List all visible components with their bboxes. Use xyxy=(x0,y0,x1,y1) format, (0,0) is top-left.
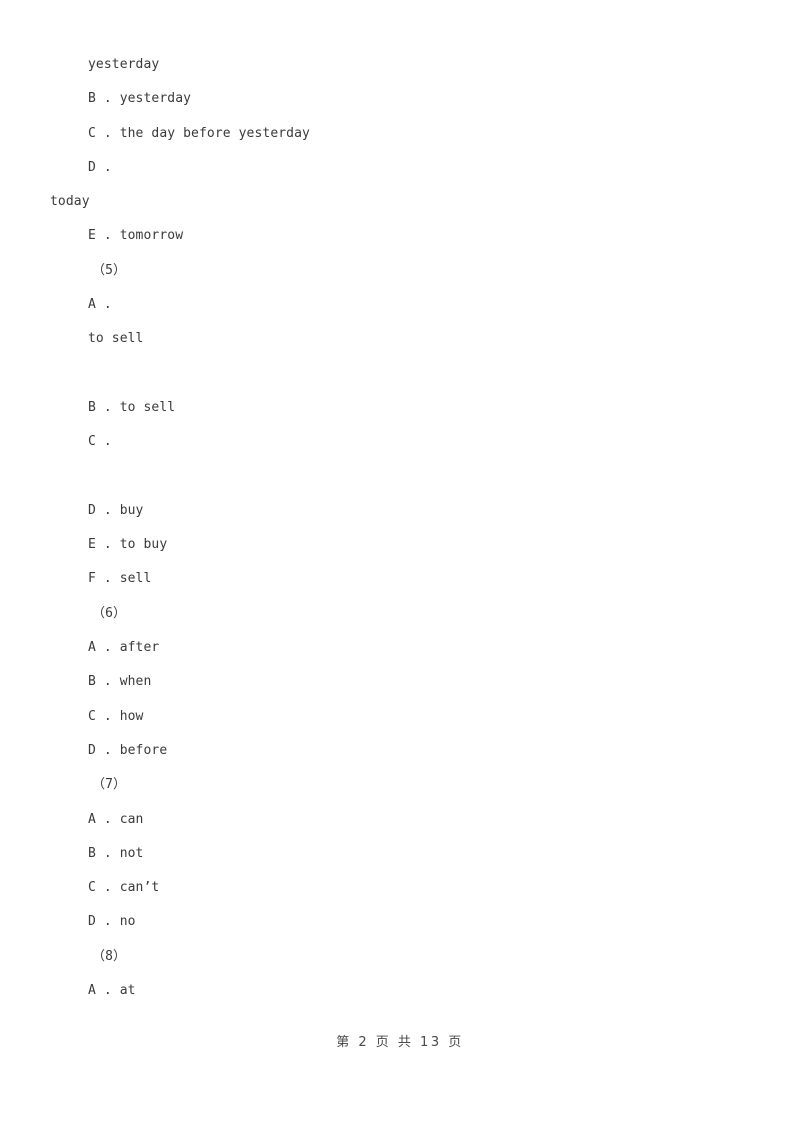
document-line: C . the day before yesterday xyxy=(88,125,310,141)
document-line: A . can xyxy=(88,811,144,827)
document-line: （8） xyxy=(92,948,127,964)
document-line: E . tomorrow xyxy=(88,228,184,244)
document-line: C . how xyxy=(88,708,144,724)
document-line: A . xyxy=(88,297,112,313)
document-line: B . to sell xyxy=(88,399,176,415)
document-line: E . to buy xyxy=(88,537,168,553)
document-blank-line xyxy=(0,357,800,391)
document-blank-line xyxy=(0,460,800,494)
document-line: yesterday xyxy=(88,57,160,72)
document-line: B . not xyxy=(88,845,144,861)
document-page: yesterday B . yesterday C . the day before… xyxy=(0,0,800,1132)
document-line: A . after xyxy=(88,640,160,656)
document-line: B . yesterday xyxy=(88,91,192,107)
document-line: D . buy xyxy=(88,502,144,518)
document-line: today xyxy=(50,194,90,210)
document-line: D . no xyxy=(88,914,136,930)
page-footer: 第 2 页 共 13 页 xyxy=(336,1035,464,1050)
document-line: （7） xyxy=(92,777,127,793)
document-line: B . when xyxy=(88,674,152,690)
document-line: C . xyxy=(88,434,112,450)
document-line: F . sell xyxy=(88,571,152,587)
document-text-body: yesterday B . yesterday C . the day before… xyxy=(0,48,800,1008)
document-line: （6） xyxy=(92,605,127,621)
document-line: A . at xyxy=(88,983,136,999)
document-line: D . before xyxy=(88,742,168,758)
document-line: to sell xyxy=(88,331,144,347)
document-line: （5） xyxy=(92,262,127,278)
document-line: C . can’t xyxy=(88,880,160,896)
document-line: D . xyxy=(88,159,112,175)
